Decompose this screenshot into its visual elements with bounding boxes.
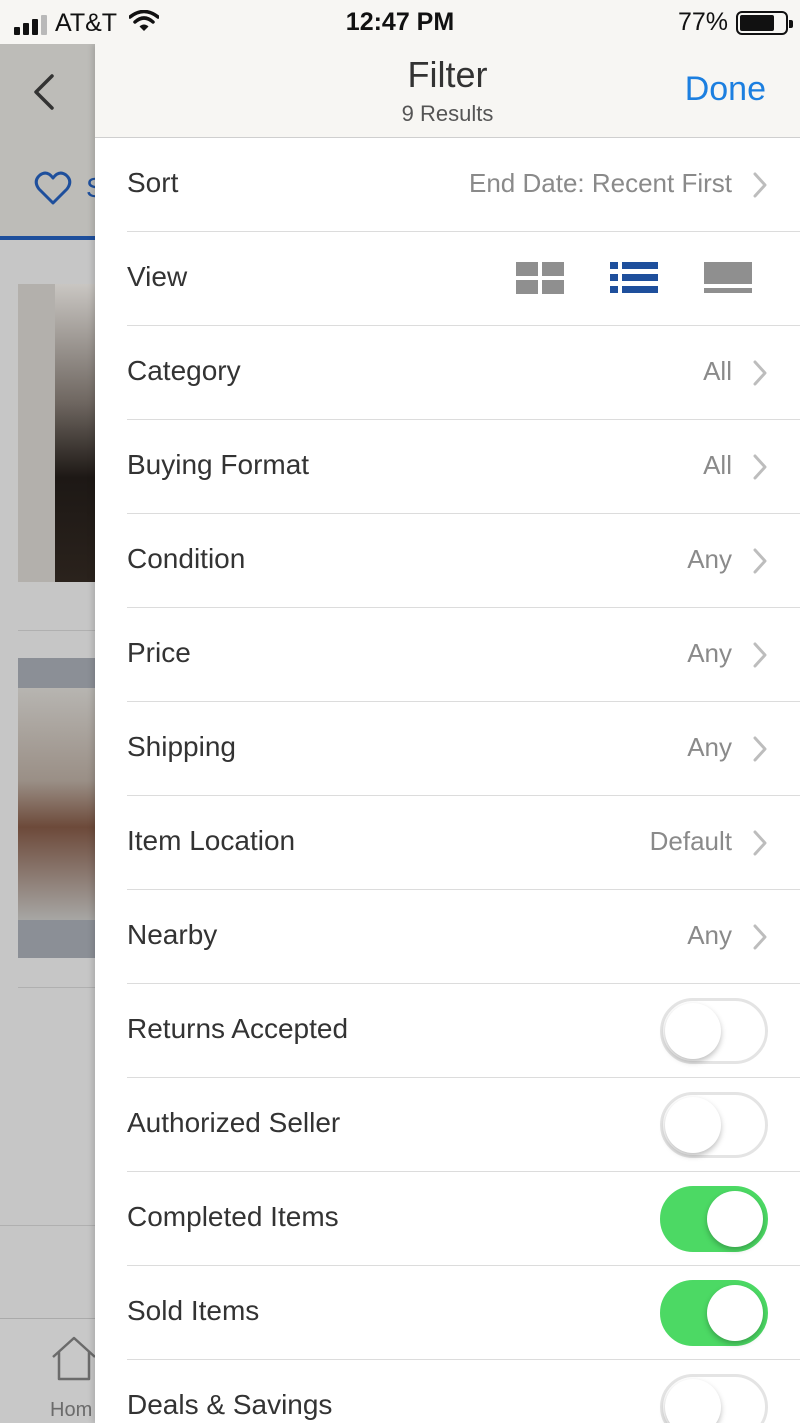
row-value: End Date: Recent First (469, 168, 732, 198)
row-value: Any (687, 544, 732, 574)
filter-row-view: View (127, 232, 800, 326)
filter-row-buying-format[interactable]: Buying Format All (127, 420, 800, 514)
sold-items-toggle[interactable] (660, 1280, 768, 1346)
background-item-image[interactable] (18, 284, 95, 582)
chevron-right-icon (752, 641, 768, 674)
chevron-right-icon (752, 171, 768, 204)
background-tab-indicator (0, 236, 95, 240)
row-label: View (127, 261, 188, 292)
divider (18, 630, 95, 631)
view-options (516, 260, 752, 301)
chevron-right-icon (752, 923, 768, 956)
battery-percent: 77% (677, 8, 728, 36)
row-label: Condition (127, 543, 246, 574)
divider (0, 1225, 95, 1226)
filter-row-price[interactable]: Price Any (127, 608, 800, 702)
filter-row-nearby[interactable]: Nearby Any (127, 890, 800, 984)
row-label: Authorized Seller (127, 1107, 341, 1138)
grid-view-icon[interactable] (516, 260, 564, 301)
chevron-right-icon (752, 829, 768, 862)
home-icon[interactable] (50, 1335, 98, 1386)
row-label: Completed Items (127, 1201, 339, 1232)
row-label: Sold Items (127, 1295, 260, 1326)
returns-accepted-toggle[interactable] (660, 998, 768, 1064)
back-chevron-icon[interactable] (30, 72, 58, 117)
chevron-right-icon (752, 547, 768, 580)
chevron-right-icon (752, 359, 768, 392)
filter-rows: Sort End Date: Recent First View Categor… (95, 138, 800, 1423)
status-bar: AT&T 12:47 PM 77% (0, 0, 800, 44)
filter-sheet: Filter 9 Results Done Sort End Date: Rec… (95, 44, 800, 1423)
row-value: Any (687, 920, 732, 950)
filter-row-authorized-seller: Authorized Seller (127, 1078, 800, 1172)
row-value: All (703, 450, 732, 480)
background-header: S (0, 44, 105, 240)
row-value: All (703, 356, 732, 386)
authorized-seller-toggle[interactable] (660, 1092, 768, 1158)
chevron-right-icon (752, 735, 768, 768)
background-item-image[interactable] (18, 658, 95, 958)
row-label: Buying Format (127, 449, 310, 480)
row-value: Any (687, 732, 732, 762)
row-value: Default (649, 826, 732, 856)
row-value: Any (687, 638, 732, 668)
filter-row-condition[interactable]: Condition Any (127, 514, 800, 608)
row-label: Returns Accepted (127, 1013, 349, 1044)
battery-icon (736, 10, 793, 35)
filter-row-sold-items: Sold Items (127, 1266, 800, 1360)
row-label: Nearby (127, 919, 218, 950)
heart-icon[interactable] (34, 170, 72, 211)
filter-header: Filter 9 Results Done (95, 44, 800, 138)
background-page: S Hom (0, 44, 105, 1423)
row-label: Shipping (127, 731, 236, 762)
filter-row-sort[interactable]: Sort End Date: Recent First (127, 138, 800, 232)
filter-row-shipping[interactable]: Shipping Any (127, 702, 800, 796)
filter-row-item-location[interactable]: Item Location Default (127, 796, 800, 890)
chevron-right-icon (752, 453, 768, 486)
background-tab-bar: Hom (0, 1318, 98, 1423)
status-right: 77% (677, 8, 793, 37)
deals-savings-toggle[interactable] (660, 1374, 768, 1423)
row-label: Sort (127, 167, 179, 198)
filter-row-returns-accepted: Returns Accepted (127, 984, 800, 1078)
row-label: Category (127, 355, 241, 386)
row-label: Item Location (127, 825, 296, 856)
row-label: Deals & Savings (127, 1389, 333, 1420)
row-label: Price (127, 637, 191, 668)
completed-items-toggle[interactable] (660, 1186, 768, 1252)
filter-row-completed-items: Completed Items (127, 1172, 800, 1266)
list-view-icon[interactable] (610, 260, 658, 301)
home-tab-label[interactable]: Hom (50, 1399, 92, 1422)
divider (18, 987, 95, 988)
filter-row-category[interactable]: Category All (127, 326, 800, 420)
done-button[interactable]: Done (685, 70, 766, 109)
screen: AT&T 12:47 PM 77% Hom Filter 9 Results D… (0, 0, 800, 1423)
filter-row-deals-savings: Deals & Savings (127, 1360, 800, 1423)
gallery-view-icon[interactable] (704, 260, 752, 301)
